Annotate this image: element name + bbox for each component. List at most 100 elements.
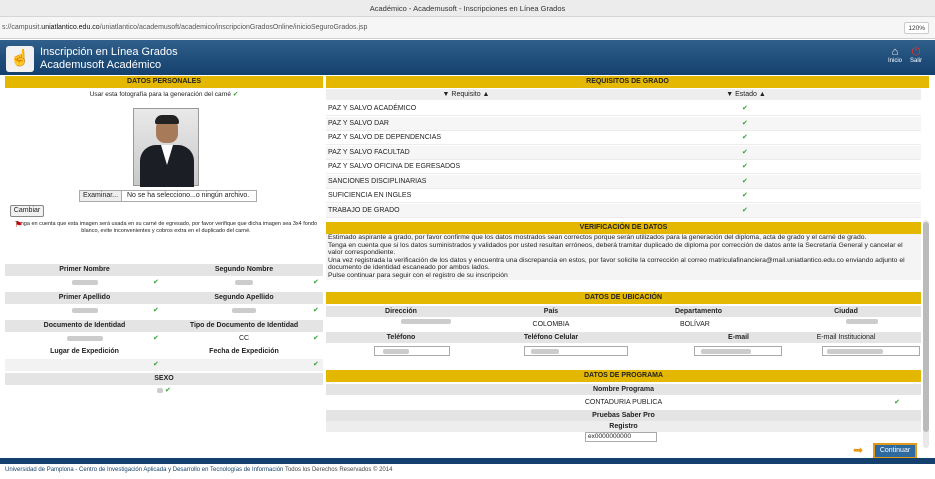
telefono-input[interactable] xyxy=(374,346,450,356)
requisito-name: SANCIONES DISCIPLINARIAS xyxy=(328,177,427,185)
arrow-right-icon: ➡ xyxy=(853,443,864,457)
flag-icon: ⚑ xyxy=(15,220,23,229)
power-icon: ⏻ xyxy=(911,46,921,58)
lugar-expedicion-label: Lugar de Expedición xyxy=(50,348,119,355)
check-icon: ✔ xyxy=(894,399,900,406)
scroll-thumb[interactable] xyxy=(923,222,929,432)
hand-pointer-icon: ☝ xyxy=(6,46,34,72)
registro-label: Registro xyxy=(326,421,921,432)
file-input[interactable]: Examinar... No se ha selecciono...o ning… xyxy=(79,190,257,202)
file-input-text: No se ha selecciono...o ningún archivo. xyxy=(126,192,250,199)
ubicacion-row-2 xyxy=(326,345,921,358)
check-icon: ✔ xyxy=(742,148,748,156)
address-bar[interactable]: s://campusit.uniatlantico.edu.co/uniatla… xyxy=(0,17,935,39)
photo-notice-text: Tenga en cuenta que esta imagen será usa… xyxy=(14,221,318,234)
requisito-row: SUFICIENCIA EN INGLES ✔ xyxy=(326,189,921,203)
nombre-programa-row: CONTADURIA PUBLICA ✔ xyxy=(326,397,921,408)
check-icon: ✔ xyxy=(153,335,159,342)
continuar-button[interactable]: Continuar xyxy=(873,443,917,459)
sort-requisito[interactable]: ▼ Requisito ▲ xyxy=(326,89,606,100)
footer-bar xyxy=(0,458,935,464)
documento-header: Documento de Identidad Tipo de Documento … xyxy=(5,320,323,332)
documento-row: ✔ CC ✔ xyxy=(5,333,323,345)
requisitos-title: REQUISITOS DE GRADO xyxy=(326,76,929,88)
pais-label: País xyxy=(543,308,559,315)
registro-input[interactable]: ex0000000000 xyxy=(585,432,657,442)
app-subtitle: Academusoft Académico xyxy=(40,59,162,71)
right-panel: REQUISITOS DE GRADO ▼ Requisito ▲ ▼ Estad… xyxy=(326,76,929,458)
tipo-documento-value: CC xyxy=(238,335,250,342)
requisito-row: TRABAJO DE GRADO ✔ xyxy=(326,203,921,218)
celular-input[interactable] xyxy=(524,346,628,356)
email-institucional-input[interactable] xyxy=(822,346,920,356)
ubicacion-header-2: Teléfono Teléfono Celular E-mail E-mail Ins… xyxy=(326,332,921,343)
segundo-apellido-label: Segundo Apellido xyxy=(214,294,274,301)
requisito-row: PAZ Y SALVO DAR ✔ xyxy=(326,116,921,131)
check-icon: ✔ xyxy=(742,119,748,127)
requisito-name: PAZ Y SALVO ACADÉMICO xyxy=(328,105,417,112)
email-input[interactable] xyxy=(694,346,782,356)
requisito-row: PAZ Y SALVO OFICINA DE EGRESADOS ✔ xyxy=(326,160,921,174)
verificacion-p4: Pulse continuar para seguir con el regis… xyxy=(326,271,921,280)
zoom-level[interactable]: 120% xyxy=(904,22,929,34)
examinar-button[interactable]: Examinar... xyxy=(80,191,123,201)
tipo-documento-label: Tipo de Documento de Identidad xyxy=(189,322,299,329)
nombre-programa-label-text: Nombre Programa xyxy=(592,386,655,393)
verificacion-p3: Una vez registrada la verificación de lo… xyxy=(326,256,921,272)
check-icon: ✔ xyxy=(153,361,159,368)
datos-personales-title: DATOS PERSONALES xyxy=(5,76,323,88)
apellidos-header: Primer Apellido Segundo Apellido xyxy=(5,292,323,304)
documento-label: Documento de Identidad xyxy=(43,322,126,329)
expedicion-row: ✔ ✔ xyxy=(5,359,323,371)
check-icon: ✔ xyxy=(742,163,748,170)
url-path: /uniatlantico/academusoft/academico/insc… xyxy=(99,24,368,31)
names-header: Primer Nombre Segundo Nombre xyxy=(5,264,323,276)
check-icon: ✔ xyxy=(313,279,319,286)
requisito-name: SUFICIENCIA EN INGLES xyxy=(328,192,412,199)
nombre-programa-label: Nombre Programa xyxy=(326,384,921,395)
check-icon: ✔ xyxy=(165,387,171,394)
requisito-name: PAZ Y SALVO DAR xyxy=(328,119,389,127)
verificacion-section: VERIFICACIÓN DE DATOS Estimado aspirante… xyxy=(326,222,921,280)
check-icon: ✔ xyxy=(313,335,319,342)
sexo-label: SEXO xyxy=(5,373,323,385)
departamento-label: Departamento xyxy=(674,308,723,315)
salir-button[interactable]: ⏻ Salir xyxy=(906,46,926,64)
registro-label-text: Registro xyxy=(609,423,638,430)
cambiar-button[interactable]: Cambiar xyxy=(10,205,44,217)
requisito-row: PAZ Y SALVO DE DEPENDENCIAS ✔ xyxy=(326,131,921,145)
ciudad-label: Ciudad xyxy=(834,308,858,315)
main-content: DATOS PERSONALES Usar esta fotografía pa… xyxy=(5,76,929,458)
requisito-row: PAZ Y SALVO ACADÉMICO ✔ xyxy=(326,102,921,116)
requisitos-table-header: ▼ Requisito ▲ ▼ Estado ▲ xyxy=(326,89,921,100)
datos-personales-panel: DATOS PERSONALES Usar esta fotografía pa… xyxy=(5,76,323,406)
verificacion-p1: Estimado aspirante a grado, por favor co… xyxy=(326,234,921,242)
sort-estado[interactable]: ▼ Estado ▲ xyxy=(646,89,846,100)
requisito-row: PAZ Y SALVO FACULTAD ✔ xyxy=(326,145,921,160)
requisito-name: PAZ Y SALVO FACULTAD xyxy=(328,148,410,156)
segundo-nombre-label: Segundo Nombre xyxy=(214,266,274,273)
photo-notice: ⚑ Tenga en cuenta que esta imagen será us… xyxy=(13,221,319,235)
check-icon: ✔ xyxy=(313,361,319,368)
verificacion-p2: Tenga en cuenta que si los datos suminis… xyxy=(326,241,921,257)
check-icon: ✔ xyxy=(742,206,748,214)
footer: Universidad de Pamplona - Centro de Inve… xyxy=(5,467,392,473)
ubicacion-row-1: COLOMBIA BOLÍVAR xyxy=(326,319,921,330)
departamento-value: BOLÍVAR xyxy=(680,321,710,328)
celular-label: Teléfono Celular xyxy=(523,334,579,341)
inicio-button[interactable]: ⌂ Inicio xyxy=(886,46,904,64)
salir-label: Salir xyxy=(909,58,922,64)
names-row: ✔ ✔ xyxy=(5,277,323,289)
home-icon: ⌂ xyxy=(891,46,899,58)
sexo-row: ✔ xyxy=(5,385,323,397)
requisito-row: SANCIONES DISCIPLINARIAS ✔ xyxy=(326,174,921,189)
scrollbar[interactable] xyxy=(923,220,929,448)
check-icon: ✔ xyxy=(742,177,748,185)
footer-link[interactable]: Universidad de Pamplona - Centro de Inve… xyxy=(5,467,283,473)
primer-nombre-label: Primer Nombre xyxy=(59,266,110,273)
url-prefix: s://campusit. xyxy=(2,24,42,31)
programa-title: DATOS DE PROGRAMA xyxy=(326,370,921,382)
student-photo xyxy=(133,108,199,187)
saber-pro-label: Pruebas Saber Pro xyxy=(326,410,921,421)
ubicacion-header-1: Dirección País Departamento Ciudad xyxy=(326,306,921,317)
